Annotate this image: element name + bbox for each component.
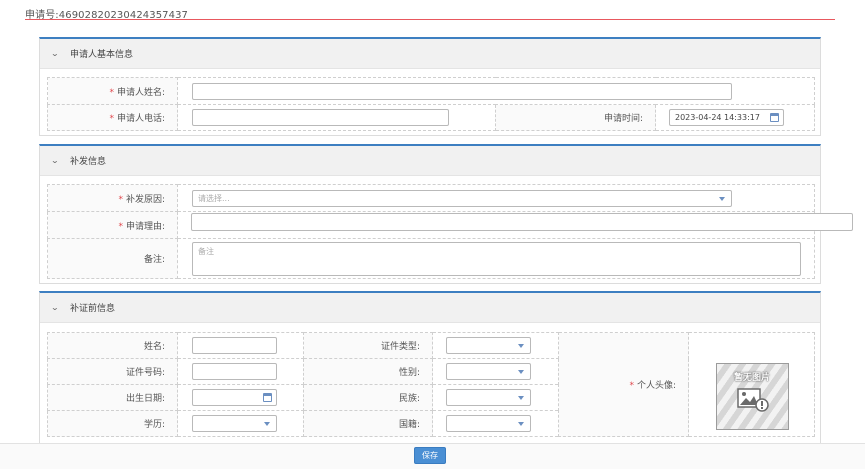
field-cell	[432, 332, 559, 359]
field-label: 性别:	[303, 358, 433, 385]
no-photo-text: 暂无图片	[734, 373, 771, 383]
field-label: 证件类型:	[303, 332, 433, 359]
field-cell	[177, 358, 304, 385]
panel-previous-info: ⌄ 补证前信息 姓名: 证件类型: * 个人头像: 暂无图片 证件号码: 性别:…	[39, 291, 821, 451]
field-cell	[177, 410, 304, 437]
nationality-select[interactable]	[446, 415, 531, 432]
field-label: 备注:	[47, 238, 178, 279]
reissue-reason-select[interactable]: 请选择...	[192, 190, 732, 207]
field-label: 出生日期:	[47, 384, 178, 411]
id-number-input[interactable]	[192, 363, 277, 380]
field-label: 申请时间:	[495, 104, 656, 131]
form-applicant-basic: * 申请人姓名: * 申请人电话: 申请时间: 2023-04-24 14:33:1…	[47, 77, 816, 131]
justification-input[interactable]	[191, 213, 853, 231]
field-label: 学历:	[47, 410, 178, 437]
field-label: * 个人头像:	[558, 332, 689, 437]
avatar-placeholder[interactable]: 暂无图片	[716, 363, 789, 430]
calendar-icon[interactable]	[770, 113, 779, 122]
chevron-down-icon[interactable]	[518, 396, 524, 400]
panel-header-reissue[interactable]: ⌄ 补发信息	[40, 146, 820, 176]
field-cell: 请选择...	[177, 184, 815, 212]
field-cell	[177, 104, 496, 131]
id-type-select[interactable]	[446, 337, 531, 354]
education-select[interactable]	[192, 415, 277, 432]
panel-title: 补证前信息	[70, 304, 116, 314]
panel-header-previous-info[interactable]: ⌄ 补证前信息	[40, 293, 820, 323]
field-cell	[177, 332, 304, 359]
applicant-phone-input[interactable]	[192, 109, 449, 126]
applicant-name-input[interactable]	[192, 83, 732, 100]
panel-title: 补发信息	[70, 157, 107, 167]
field-cell	[177, 384, 304, 411]
chevron-down-icon[interactable]	[518, 422, 524, 426]
field-cell	[176, 77, 816, 105]
apply-time-value: 2023-04-24 14:33:17	[675, 113, 760, 122]
field-cell: 2023-04-24 14:33:17	[654, 104, 816, 131]
field-label: 证件号码:	[47, 358, 178, 385]
birth-date-input[interactable]	[192, 389, 277, 406]
field-label: 民族:	[303, 384, 433, 411]
header-divider	[25, 19, 835, 20]
calendar-icon[interactable]	[263, 393, 272, 402]
field-label: 姓名:	[47, 332, 178, 359]
field-cell	[432, 358, 559, 385]
image-placeholder-icon	[737, 388, 769, 412]
field-label: * 补发原因:	[47, 184, 178, 212]
field-label: * 申请理由:	[47, 211, 178, 239]
prev-name-input[interactable]	[192, 337, 277, 354]
panel-title: 申请人基本信息	[70, 50, 134, 60]
field-label: * 申请人电话:	[47, 104, 178, 131]
field-cell: 备注	[177, 238, 815, 279]
form-reissue: * 补发原因: 请选择... * 申请理由: 备注: 备注	[47, 184, 815, 279]
apply-time-input[interactable]: 2023-04-24 14:33:17	[669, 109, 784, 126]
chevron-down-icon[interactable]: ⌄	[51, 303, 64, 312]
ethnicity-select[interactable]	[446, 389, 531, 406]
field-cell	[432, 410, 559, 437]
chevron-down-icon[interactable]: ⌄	[51, 49, 64, 58]
panel-header-applicant-basic[interactable]: ⌄ 申请人基本信息	[40, 39, 820, 69]
avatar-cell: 暂无图片	[688, 332, 815, 437]
field-cell	[432, 384, 559, 411]
chevron-down-icon[interactable]	[518, 370, 524, 374]
gender-select[interactable]	[446, 363, 531, 380]
chevron-down-icon[interactable]	[518, 344, 524, 348]
remarks-textarea[interactable]: 备注	[192, 242, 801, 276]
field-label: * 申请人姓名:	[47, 77, 178, 105]
save-button[interactable]: 保存	[414, 447, 446, 464]
field-label: 国籍:	[303, 410, 433, 437]
panel-applicant-basic: ⌄ 申请人基本信息 * 申请人姓名: * 申请人电话: 申请时间: 2023-04-…	[39, 37, 821, 136]
chevron-down-icon[interactable]	[719, 197, 725, 201]
chevron-down-icon[interactable]	[264, 422, 270, 426]
chevron-down-icon[interactable]: ⌄	[51, 156, 64, 165]
form-previous-info: 姓名: 证件类型: * 个人头像: 暂无图片 证件号码: 性别: 出生日期: 民…	[47, 332, 815, 437]
